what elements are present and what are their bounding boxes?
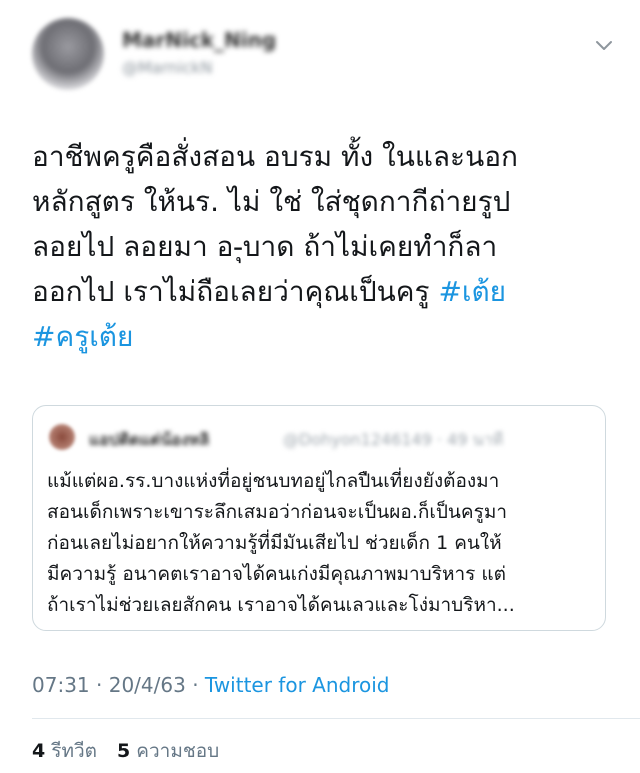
quoted-tweet-text: แม้แต่ผอ.รร.บางแห่งที่อยู่ชนบทอยู่ไกลปืน… <box>47 466 599 621</box>
quoted-author-avatar <box>49 424 75 450</box>
tweet-line-text: ออกไป เราไม่ถือเลยว่าคุณเป็นครู <box>32 275 439 308</box>
tweet-time[interactable]: 07:31 <box>32 673 90 697</box>
quoted-tweet[interactable]: แอปติดแต่น้องหลิ @Dohyon1246149 · 49 นาท… <box>32 405 606 631</box>
quoted-line: สอนเด็กเพราะเขาระลึกเสมอว่าก่อนจะเป็นผอ.… <box>47 501 508 523</box>
likes-stat[interactable]: 5 ความชอบ <box>117 740 233 762</box>
tweet-line: #ครูเต้ย <box>32 314 612 359</box>
hashtag-link[interactable]: #เต้ย <box>438 275 506 308</box>
author-info[interactable]: MarNick_Ning @MarnickN <box>122 30 276 76</box>
quoted-line: แม้แต่ผอ.รร.บางแห่งที่อยู่ชนบทอยู่ไกลปืน… <box>47 470 500 492</box>
tweet-source-link[interactable]: Twitter for Android <box>205 673 390 697</box>
meta-separator: · <box>192 673 199 697</box>
tweet-stats: 4 รีทวีต 5 ความชอบ <box>32 736 233 766</box>
author-display-name[interactable]: MarNick_Ning <box>122 30 276 50</box>
chevron-down-icon[interactable] <box>594 38 614 54</box>
divider <box>32 718 640 719</box>
quoted-author-name: แอปติดแต่น้องหลิ <box>89 430 210 449</box>
quoted-line: มีความรู้ อนาคตเราอาจได้คนเก่งมีคุณภาพมา… <box>47 563 506 585</box>
likes-count: 5 <box>117 740 131 762</box>
retweets-count: 4 <box>32 740 46 762</box>
retweets-stat[interactable]: 4 รีทวีต <box>32 740 111 762</box>
hashtag-link[interactable]: #ครูเต้ย <box>32 320 133 353</box>
tweet-line: หลักสูตร ให้นร. ไม่ ใช่ ใส่ชุดกากีถ่ายรู… <box>32 185 511 218</box>
quoted-author-handle: @Dohyon1246149 · 49 นาที <box>283 430 504 449</box>
tweet-date[interactable]: 20/4/63 <box>109 673 186 697</box>
tweet-line: ลอยไป ลอยมา อ-ุบาด ถ้าไม่เคยทำก็ลา <box>32 230 498 263</box>
tweet-line: อาชีพครูคือสั่งสอน อบรม ทั้ง ในและนอก <box>32 140 519 173</box>
author-handle[interactable]: @MarnickN <box>122 60 276 76</box>
quoted-line: ถ้าเราไม่ช่วยเลยสักคน เราอาจได้คนเลวและโ… <box>47 594 515 616</box>
tweet-text: อาชีพครูคือสั่งสอน อบรม ทั้ง ในและนอก หล… <box>32 134 612 359</box>
author-avatar[interactable] <box>32 18 104 90</box>
meta-separator: · <box>96 673 103 697</box>
likes-label: ความชอบ <box>136 740 220 762</box>
tweet-metadata: 07:31 · 20/4/63 · Twitter for Android <box>32 673 389 697</box>
tweet-line: ออกไป เราไม่ถือเลยว่าคุณเป็นครู #เต้ย <box>32 269 612 314</box>
retweets-label: รีทวีต <box>51 740 97 762</box>
quoted-line: ก่อนเลยไม่อยากให้ความรู้ที่มีมันเสียไป ช… <box>47 532 502 554</box>
